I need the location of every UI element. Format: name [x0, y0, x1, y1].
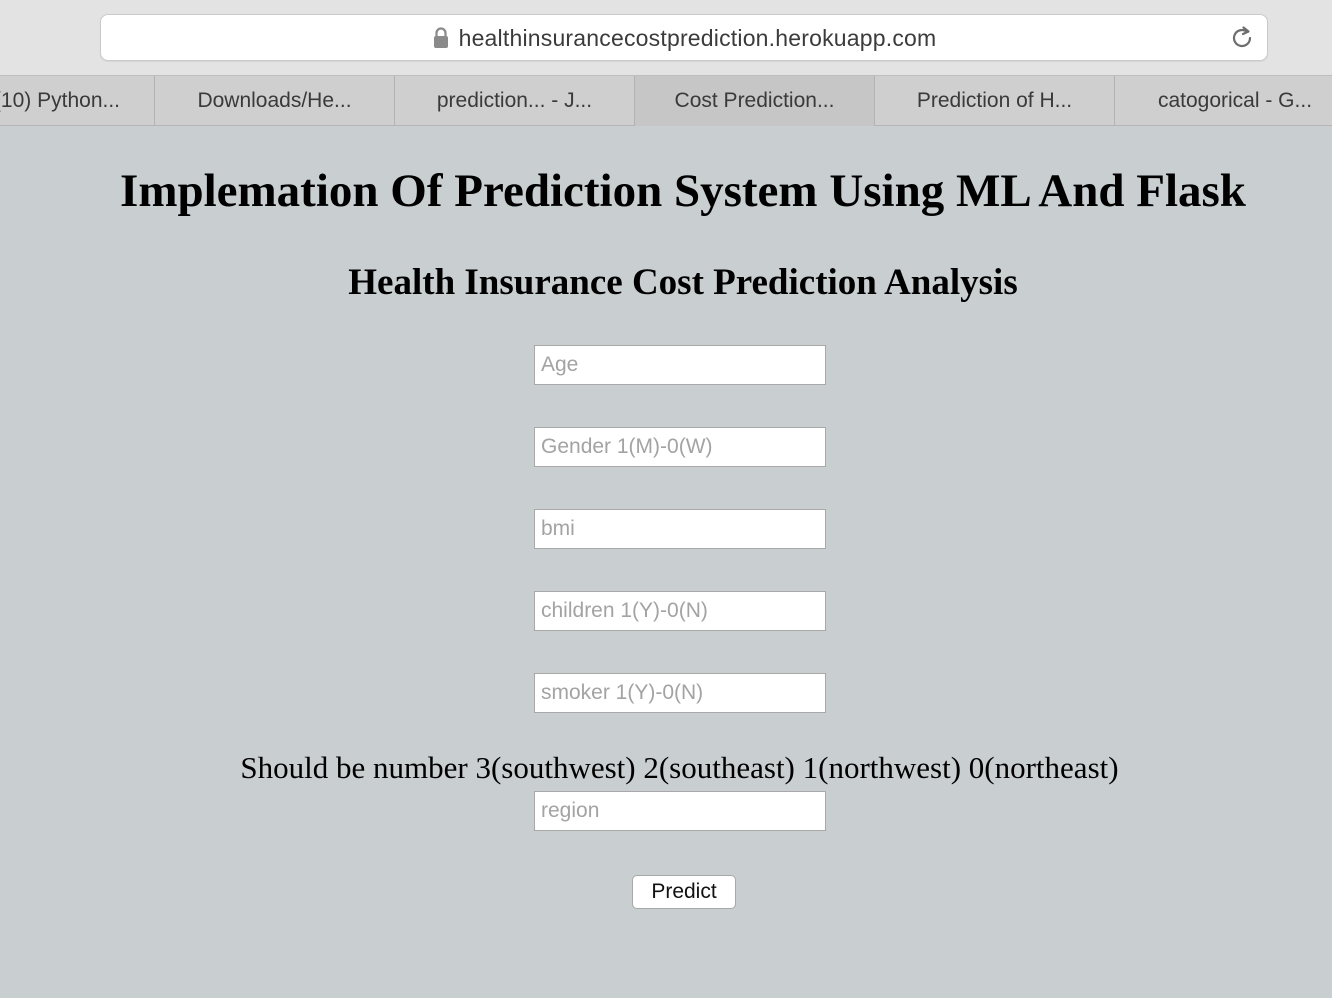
url-text[interactable]: healthinsurancecostprediction.herokuapp.…: [459, 25, 937, 52]
bmi-input[interactable]: [534, 509, 826, 549]
tab-cost-prediction[interactable]: Cost Prediction...: [635, 76, 875, 126]
predict-button[interactable]: Predict: [632, 875, 736, 909]
address-bar[interactable]: healthinsurancecostprediction.herokuapp.…: [100, 14, 1268, 61]
tab-catogorical[interactable]: catogorical - G...: [1115, 76, 1332, 126]
tab-label: prediction... - J...: [436, 89, 593, 112]
page-subtitle: Health Insurance Cost Prediction Analysi…: [348, 262, 1018, 303]
page-title: Implemation Of Prediction System Using M…: [120, 165, 1246, 217]
tab-python[interactable]: (10) Python...: [0, 76, 155, 126]
tab-prediction-of-h[interactable]: Prediction of H...: [875, 76, 1115, 126]
reload-icon[interactable]: [1229, 25, 1255, 51]
gender-input[interactable]: [534, 427, 826, 467]
tab-label: catogorical - G...: [1157, 89, 1313, 112]
tab-label: Prediction of H...: [916, 89, 1073, 112]
tab-bar: (10) Python... Downloads/He... predictio…: [0, 75, 1332, 126]
tab-prediction-jupyter[interactable]: prediction... - J...: [395, 76, 635, 126]
tab-label: Cost Prediction...: [674, 89, 835, 112]
page-content: Implemation Of Prediction System Using M…: [0, 126, 1332, 998]
browser-chrome: healthinsurancecostprediction.herokuapp.…: [0, 0, 1332, 126]
tab-downloads[interactable]: Downloads/He...: [155, 76, 395, 126]
lock-icon: [433, 26, 448, 48]
children-input[interactable]: [534, 591, 826, 631]
region-instructions: Should be number 3(southwest) 2(southeas…: [240, 750, 1119, 785]
region-input[interactable]: [534, 791, 826, 831]
age-input[interactable]: [534, 345, 826, 385]
url-container: healthinsurancecostprediction.herokuapp.…: [101, 15, 1267, 62]
tab-label: (10) Python...: [0, 89, 120, 112]
tab-label: Downloads/He...: [197, 89, 352, 112]
smoker-input[interactable]: [534, 673, 826, 713]
browser-toolbar: healthinsurancecostprediction.herokuapp.…: [0, 0, 1332, 75]
